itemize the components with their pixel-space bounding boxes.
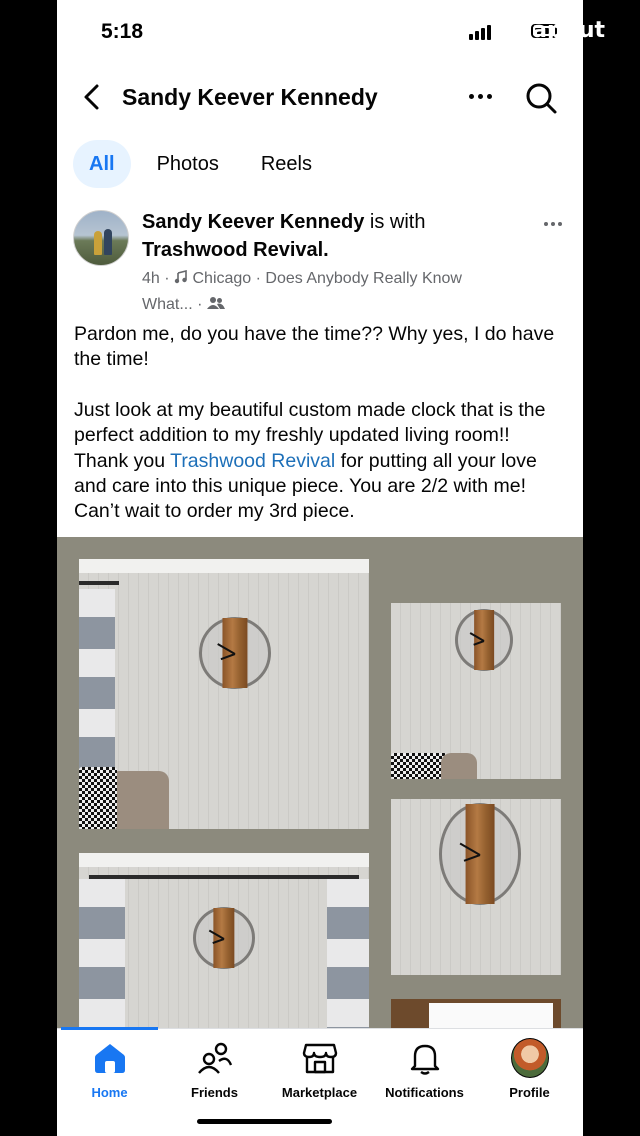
back-chevron-icon[interactable] xyxy=(79,82,105,112)
nav-notifications[interactable]: Notifications xyxy=(372,1039,477,1111)
tab-photos[interactable]: Photos xyxy=(141,140,235,188)
more-options-icon[interactable] xyxy=(463,86,497,106)
friends-audience-icon xyxy=(206,297,225,309)
capcut-watermark: CapCut xyxy=(516,18,606,43)
tab-reels[interactable]: Reels xyxy=(245,140,328,188)
clock-photo-5[interactable] xyxy=(391,999,561,1029)
clock-photo-2[interactable] xyxy=(391,603,561,779)
home-indicator[interactable] xyxy=(197,1119,332,1124)
post-author-name[interactable]: Sandy Keever Kennedy xyxy=(142,211,364,233)
page-header: Sandy Keever Kennedy xyxy=(57,68,583,128)
signal-icon xyxy=(469,24,491,40)
active-tab-indicator xyxy=(61,1027,158,1030)
nav-home-label: Home xyxy=(91,1085,128,1100)
with-text: is with xyxy=(369,211,426,233)
home-icon xyxy=(91,1039,129,1077)
page-title: Sandy Keever Kennedy xyxy=(122,84,378,110)
nav-marketplace-label: Marketplace xyxy=(281,1085,358,1100)
post-paragraph-2: Just look at my beautiful custom made cl… xyxy=(74,398,546,523)
tagged-page-name[interactable]: Trashwood Revival. xyxy=(142,239,329,261)
status-time: 5:18 xyxy=(101,20,144,43)
marketplace-icon xyxy=(301,1039,339,1077)
nav-notifications-label: Notifications xyxy=(385,1085,464,1100)
profile-avatar xyxy=(510,1038,549,1078)
post-paragraph-1: Pardon me, do you have the time?? Why ye… xyxy=(74,323,555,371)
clock-photo-3[interactable] xyxy=(391,799,561,975)
photo-collage xyxy=(57,537,583,1029)
tab-all[interactable]: All xyxy=(73,140,131,188)
search-icon[interactable] xyxy=(523,80,559,116)
filter-tabs: All Photos Reels xyxy=(73,140,328,188)
nav-profile[interactable]: Profile xyxy=(477,1038,582,1111)
author-avatar[interactable] xyxy=(73,210,129,266)
nav-home[interactable]: Home xyxy=(57,1039,162,1111)
clock-photo-4[interactable] xyxy=(79,853,369,1029)
status-bar: 5:18 xyxy=(57,0,583,62)
music-track[interactable]: Chicago · Does Anybody Really Know xyxy=(192,270,461,287)
friends-icon xyxy=(196,1039,234,1077)
phone-screen: 5:18 Sandy Keever Kennedy All Photos Ree… xyxy=(57,0,583,1136)
post-options-icon[interactable] xyxy=(539,216,567,232)
document-thumbnail xyxy=(429,1003,553,1029)
nav-profile-label: Profile xyxy=(509,1085,550,1100)
bell-icon xyxy=(406,1039,444,1077)
music-note-icon xyxy=(174,269,187,284)
music-track-continued[interactable]: What... xyxy=(142,296,193,313)
nav-friends-label: Friends xyxy=(191,1085,238,1100)
trashwood-revival-link[interactable]: Trashwood Revival xyxy=(170,450,335,472)
post-time[interactable]: 4h xyxy=(142,270,160,287)
nav-marketplace[interactable]: Marketplace xyxy=(267,1039,372,1111)
post-meta: 4h · Chicago · Does Anybody Really Know … xyxy=(142,269,462,313)
post-author-line: Sandy Keever Kennedy is with Trashwood R… xyxy=(142,208,532,264)
post-header: Sandy Keever Kennedy is with Trashwood R… xyxy=(142,208,532,318)
clock-photo-1[interactable] xyxy=(79,559,369,829)
nav-friends[interactable]: Friends xyxy=(162,1039,267,1111)
post-body: Pardon me, do you have the time?? Why ye… xyxy=(74,322,568,550)
